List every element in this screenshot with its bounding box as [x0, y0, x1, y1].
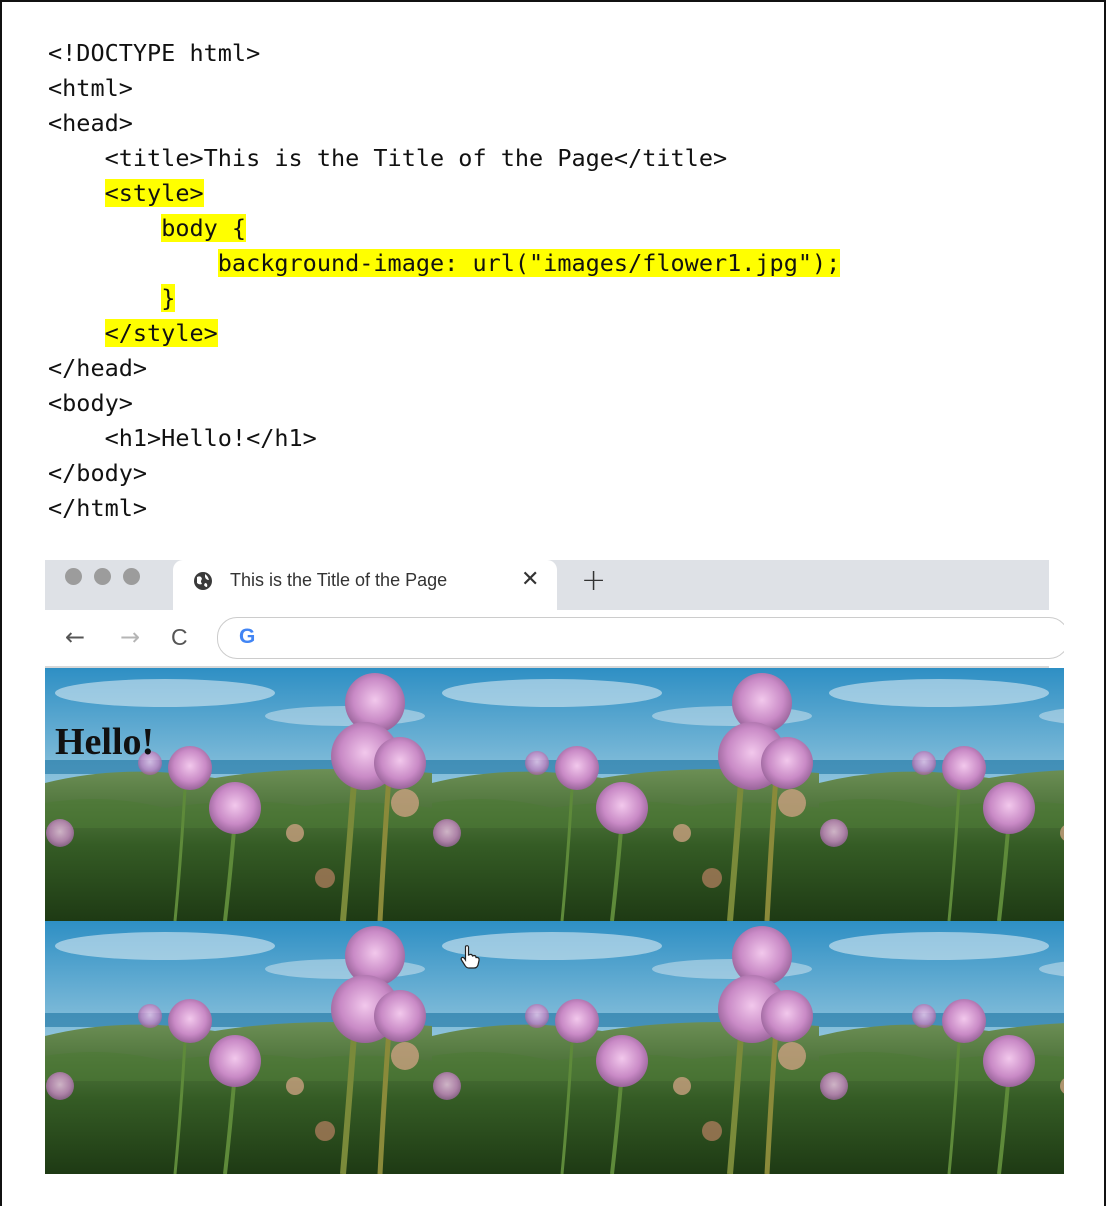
code-line: <style> — [48, 176, 840, 211]
close-tab-icon[interactable]: ✕ — [521, 567, 539, 592]
code-line: body { — [48, 211, 840, 246]
code-line: background-image: url("images/flower1.jp… — [48, 246, 841, 281]
code-line-text: <h1>Hello!</h1> — [104, 424, 317, 452]
code-line: } — [48, 281, 840, 316]
reload-button[interactable]: C — [171, 624, 188, 651]
code-line: <html> — [48, 71, 840, 106]
code-listing: <!DOCTYPE html> <html> <head> <title>This … — [48, 36, 841, 526]
background-tile — [45, 668, 432, 921]
code-line: </body> — [48, 456, 840, 491]
code-line-text: </style> — [104, 319, 218, 347]
google-logo-icon: G — [239, 625, 256, 648]
code-line: <title>This is the Title of the Page</ti… — [48, 141, 840, 176]
code-line: </style> — [48, 316, 840, 351]
code-line-text: } — [161, 284, 176, 312]
background-tile — [819, 668, 1064, 921]
code-line-text: </body> — [48, 459, 148, 487]
background-tile — [432, 921, 819, 1174]
background-tile — [45, 921, 432, 1174]
code-line-text: <title>This is the Title of the Page</ti… — [104, 144, 728, 172]
browser-window: This is the Title of the Page ✕ + ← → C … — [45, 560, 1064, 1174]
code-line-text: <body> — [48, 389, 133, 417]
forward-button[interactable]: → — [120, 623, 140, 651]
code-line-text: <head> — [48, 109, 133, 137]
address-bar[interactable]: G — [217, 617, 1064, 659]
browser-toolbar: ← → C G — [45, 610, 1064, 668]
code-line-text: <!DOCTYPE html> — [48, 39, 261, 67]
tab-bar: This is the Title of the Page ✕ + — [45, 560, 1049, 610]
code-line-text: </html> — [48, 494, 148, 522]
close-window-button[interactable] — [65, 568, 82, 585]
background-tile — [819, 921, 1064, 1174]
minimize-window-button[interactable] — [94, 568, 111, 585]
code-line-text: background-image: url("images/flower1.jp… — [217, 249, 841, 277]
page-viewport: Hello! — [45, 668, 1064, 1174]
code-line: <head> — [48, 106, 840, 141]
tab-active[interactable]: This is the Title of the Page ✕ — [173, 560, 557, 610]
code-line-text: <style> — [104, 179, 204, 207]
code-line: <h1>Hello!</h1> — [48, 421, 840, 456]
maximize-window-button[interactable] — [123, 568, 140, 585]
code-line: <!DOCTYPE html> — [48, 36, 840, 71]
hand-cursor-icon — [460, 945, 480, 969]
code-line: </head> — [48, 351, 840, 386]
page-heading: Hello! — [55, 721, 155, 763]
tab-title: This is the Title of the Page — [230, 570, 448, 590]
background-tile — [432, 668, 819, 921]
code-line: </html> — [48, 491, 840, 526]
code-line-text: <html> — [48, 74, 133, 102]
code-line: <body> — [48, 386, 840, 421]
back-button[interactable]: ← — [65, 623, 85, 651]
globe-icon — [194, 572, 212, 590]
code-line-text: </head> — [48, 354, 148, 382]
code-line-text: body { — [161, 214, 247, 242]
new-tab-button[interactable]: + — [581, 563, 606, 598]
